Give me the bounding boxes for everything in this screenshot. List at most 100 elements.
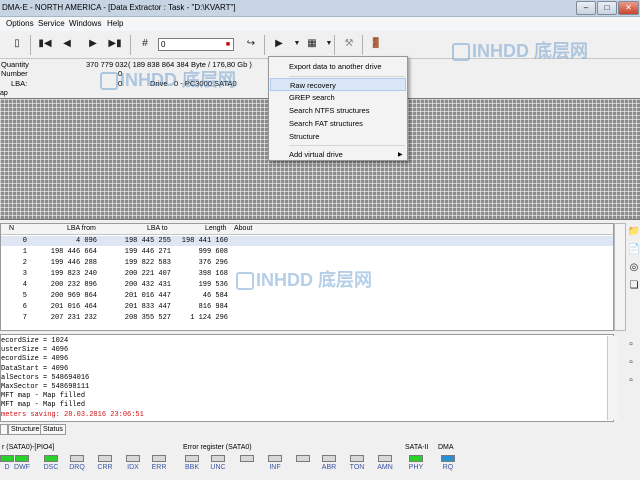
table-row[interactable]: 0 4 096 198 445 255 198 441 160 (1, 236, 613, 246)
menu-item-raw-recovery[interactable]: Raw recovery (270, 78, 406, 91)
minimize-button[interactable]: – (576, 1, 596, 15)
tape-icon[interactable]: ◎ (627, 261, 640, 275)
menu-item-add-virtual-drive[interactable]: Add virtual drive (270, 148, 406, 161)
log-line: MaxSector = 548698111 (1, 383, 90, 391)
side-tools: 📁 📄 ◎ ❏ (626, 223, 640, 331)
tab-status[interactable]: Status (40, 424, 66, 435)
tools-icon[interactable]: ⚒ (342, 37, 356, 51)
tab-structure[interactable]: Structure (8, 424, 43, 435)
prev-icon[interactable]: ◀ (60, 37, 74, 51)
col-lba-to[interactable]: LBA to (147, 225, 168, 232)
status-bar: r (SATA0)-[PIO4] Error register (SATA0) … (0, 437, 640, 480)
hash-icon[interactable]: # (138, 37, 152, 51)
table-scrollbar[interactable] (614, 223, 626, 331)
goto-icon[interactable]: ↪ (244, 37, 258, 51)
cell-lba-from: 198 446 664 (50, 248, 97, 256)
status-led (70, 455, 84, 462)
menu-service[interactable]: Service (38, 19, 65, 28)
doc-icon[interactable]: 📄 (627, 243, 640, 257)
dma-label: DMA (438, 444, 454, 451)
last-icon[interactable]: ▶▮ (108, 37, 122, 51)
submenu-arrow-icon: ▶ (398, 152, 403, 158)
status-led (15, 455, 29, 462)
clear-icon[interactable]: ■ (222, 38, 234, 50)
status-led-label: BBK (184, 464, 199, 471)
tab-log[interactable] (0, 424, 8, 435)
table-row[interactable]: 7 207 231 232 208 355 527 1 124 296 (1, 313, 613, 323)
grid-icon[interactable]: ▦ (305, 37, 319, 51)
copy-icon[interactable]: ❏ (627, 279, 640, 293)
col-about[interactable]: About (234, 225, 252, 232)
log-line: DataStart = 4096 (1, 364, 69, 373)
cell-n: 4 (22, 281, 27, 289)
log-line: ecordSize = 1024 (1, 337, 69, 345)
status-led-label: DWF (14, 464, 30, 471)
first-icon[interactable]: ▮◀ (38, 37, 52, 51)
cell-lba-from: 4 096 (75, 237, 97, 245)
cell-length: 376 296 (198, 259, 228, 267)
cell-n: 7 (22, 314, 27, 322)
status-led (240, 455, 254, 462)
table-row[interactable]: 1 198 446 664 199 446 271 999 608 (1, 247, 613, 257)
log-tool-1-icon[interactable]: ▫ (624, 338, 638, 352)
status-led-label: AMN (377, 464, 393, 471)
cell-lba-to: 208 355 527 (124, 314, 171, 322)
watermark-top: INHDD 底层网 (452, 37, 588, 63)
number-label: Number (1, 69, 28, 78)
menu-item-structure[interactable]: Structure (270, 130, 406, 143)
cell-n: 1 (22, 248, 27, 256)
cell-length: 46 584 (202, 292, 228, 300)
folder-icon[interactable]: 📁 (627, 225, 640, 239)
col-lba-from[interactable]: LBA from (67, 225, 96, 232)
cell-n: 2 (22, 259, 27, 267)
menu-item-search-fat[interactable]: Search FAT structures (270, 117, 406, 130)
status-led (441, 455, 455, 462)
open-icon[interactable]: ▯ (10, 37, 24, 51)
sata-label: SATA-II (405, 444, 429, 451)
log-scrollbar[interactable] (607, 336, 619, 420)
dropdown-arrow-icon[interactable]: ▼ (290, 37, 304, 51)
status-led (296, 455, 310, 462)
play-icon[interactable]: ▶ (272, 37, 286, 51)
status-led (350, 455, 364, 462)
maximize-button[interactable]: □ (597, 1, 617, 15)
cell-lba-from: 199 823 240 (50, 270, 97, 278)
log-tool-3-icon[interactable]: ▫ (624, 374, 638, 388)
cell-lba-from: 199 446 288 (50, 259, 97, 267)
cell-n: 6 (22, 303, 27, 311)
menu-options[interactable]: Options (6, 19, 34, 28)
status-register-label: r (SATA0)-[PIO4] (2, 444, 55, 451)
menu-item-grep-search[interactable]: GREP search (270, 91, 406, 104)
status-led (152, 455, 166, 462)
cell-lba-to: 200 221 407 (124, 270, 171, 278)
cell-n: 5 (22, 292, 27, 300)
col-n[interactable]: N (9, 225, 14, 232)
col-length[interactable]: Length (205, 225, 226, 232)
menu-windows[interactable]: Windows (69, 19, 101, 28)
menu-item-export[interactable]: Export data to another drive (270, 60, 406, 73)
close-button[interactable]: ✕ (618, 1, 639, 15)
status-led (44, 455, 58, 462)
cell-length: 816 984 (198, 303, 228, 311)
title-bar: DMA-E - NORTH AMERICA - [Data Extractor … (0, 0, 640, 17)
cell-length: 1 124 296 (190, 314, 228, 322)
status-led-label: TON (349, 464, 365, 471)
exit-icon[interactable]: 🚪 (369, 37, 383, 51)
cell-lba-from: 200 232 896 (50, 281, 97, 289)
window-title: DMA-E - NORTH AMERICA - [Data Extractor … (2, 3, 236, 12)
table-row[interactable]: 6 201 016 464 201 833 447 816 984 (1, 302, 613, 312)
status-led (268, 455, 282, 462)
cell-lba-to: 201 016 447 (124, 292, 171, 300)
next-icon[interactable]: ▶ (86, 37, 100, 51)
cell-length: 999 608 (198, 248, 228, 256)
log-tool-2-icon[interactable]: ▫ (624, 356, 638, 370)
status-led-label: DSC (43, 464, 59, 471)
log-line: ecordSize = 4096 (1, 355, 69, 364)
error-register-label: Error register (SATA0) (183, 444, 252, 451)
table-row[interactable]: 5 200 969 864 201 016 447 46 584 (1, 291, 613, 301)
status-led-label: PHY (408, 464, 424, 471)
menu-help[interactable]: Help (107, 19, 123, 28)
menu-item-search-ntfs[interactable]: Search NTFS structures (270, 104, 406, 117)
watermark-center: INHDD 底层网 (236, 266, 372, 292)
cell-lba-from: 201 016 464 (50, 303, 97, 311)
